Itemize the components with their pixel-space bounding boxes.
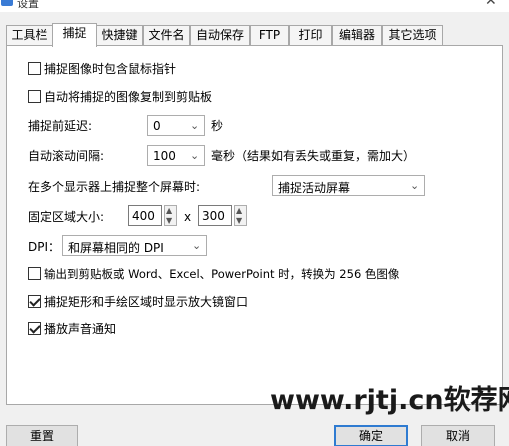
cancel-button[interactable]: 取消 (421, 425, 495, 446)
multi-monitor-label: 在多个显示器上捕捉整个屏幕时: (28, 180, 201, 194)
arrow-up-icon[interactable]: ▲ (236, 206, 242, 215)
tab-autosave[interactable]: 自动保存 (190, 25, 250, 45)
dpi-select[interactable]: 和屏幕相同的 DPI ⌄ (62, 235, 207, 256)
watermark: www.rjtj.cn软荐网 (270, 385, 509, 416)
multi-monitor-value: 捕捉活动屏幕 (278, 181, 351, 195)
chevron-down-icon: ⌄ (192, 239, 202, 252)
tab-print[interactable]: 打印 (289, 25, 332, 45)
fixed-region-separator: x (184, 210, 192, 224)
include-cursor-label: 捕捉图像时包含鼠标指针 (44, 62, 177, 76)
tab-filename[interactable]: 文件名 (143, 25, 190, 45)
fixed-region-label: 固定区域大小: (28, 210, 105, 224)
arrow-down-icon[interactable]: ▼ (166, 216, 172, 225)
fixed-height-value: 300 (202, 209, 225, 223)
delay-label: 捕捉前延迟: (28, 119, 93, 133)
magnifier-checkbox[interactable] (28, 295, 41, 308)
dpi-value: 和屏幕相同的 DPI (68, 241, 164, 255)
chevron-down-icon: ⌄ (190, 119, 200, 132)
delay-value: 0 (153, 119, 161, 133)
copy-to-clipboard-label: 自动将捕捉的图像复制到剪贴板 (44, 90, 213, 104)
convert-256-label: 输出到剪贴板或 Word、Excel、PowerPoint 时，转换为 256 … (44, 267, 400, 281)
convert-256-checkbox[interactable] (28, 267, 41, 280)
sound-label: 播放声音通知 (44, 322, 117, 336)
close-icon[interactable]: ✕ (485, 0, 497, 9)
fixed-width-spinner[interactable]: ▲ ▼ (164, 205, 177, 226)
window-title: 设置 (17, 0, 39, 10)
fixed-height-spinner[interactable]: ▲ ▼ (234, 205, 247, 226)
tab-capture[interactable]: 捕捉 (52, 23, 97, 47)
fixed-height-input[interactable]: 300 (198, 205, 232, 226)
tab-ftp[interactable]: FTP (250, 25, 289, 45)
tab-other-options[interactable]: 其它选项 (382, 25, 443, 45)
scroll-interval-value: 100 (153, 149, 176, 163)
chevron-down-icon: ⌄ (190, 149, 200, 162)
tab-editor[interactable]: 编辑器 (332, 25, 382, 45)
ok-button[interactable]: 确定 (334, 425, 408, 446)
magnifier-label: 捕捉矩形和手绘区域时显示放大镜窗口 (44, 295, 249, 309)
copy-to-clipboard-checkbox[interactable] (28, 90, 41, 103)
delay-select[interactable]: 0 ⌄ (147, 115, 205, 136)
arrow-down-icon[interactable]: ▼ (236, 216, 242, 225)
scroll-interval-select[interactable]: 100 ⌄ (147, 145, 205, 166)
arrow-up-icon[interactable]: ▲ (166, 206, 172, 215)
chevron-down-icon: ⌄ (410, 179, 420, 192)
tab-toolbar[interactable]: 工具栏 (6, 25, 53, 45)
include-cursor-checkbox[interactable] (28, 62, 41, 75)
scroll-interval-label: 自动滚动间隔: (28, 149, 105, 163)
reset-button[interactable]: 重置 (6, 425, 78, 446)
app-icon (1, 0, 13, 6)
multi-monitor-select[interactable]: 捕捉活动屏幕 ⌄ (272, 175, 425, 196)
fixed-width-input[interactable]: 400 (128, 205, 162, 226)
dpi-label: DPI： (28, 240, 61, 254)
sound-checkbox[interactable] (28, 322, 41, 335)
tab-hotkeys[interactable]: 快捷键 (96, 25, 143, 45)
delay-unit: 秒 (211, 119, 224, 133)
scroll-interval-unit: 毫秒（结果如有丢失或重复，需加大） (211, 149, 416, 163)
title-bar: 设置 ✕ (0, 0, 509, 12)
fixed-width-value: 400 (132, 209, 155, 223)
